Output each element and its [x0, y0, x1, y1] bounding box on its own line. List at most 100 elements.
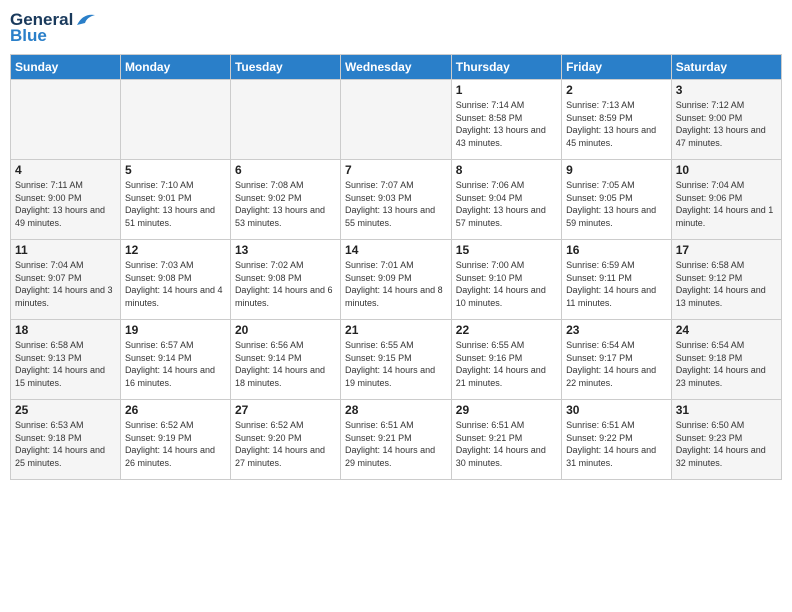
calendar-cell: 24 Sunrise: 6:54 AMSunset: 9:18 PMDayligh…: [671, 320, 781, 400]
weekday-header-row: SundayMondayTuesdayWednesdayThursdayFrid…: [11, 55, 782, 80]
calendar-cell: 18 Sunrise: 6:58 AMSunset: 9:13 PMDayligh…: [11, 320, 121, 400]
day-info: Sunrise: 7:10 AMSunset: 9:01 PMDaylight:…: [125, 179, 226, 229]
day-number: 16: [566, 243, 667, 257]
day-info: Sunrise: 6:51 AMSunset: 9:21 PMDaylight:…: [345, 419, 447, 469]
weekday-header-tuesday: Tuesday: [230, 55, 340, 80]
calendar-cell: 26Sunrise: 6:52 AMSunset: 9:19 PMDayligh…: [120, 400, 230, 480]
calendar-cell: 13 Sunrise: 7:02 AMSunset: 9:08 PMDayligh…: [230, 240, 340, 320]
day-info: Sunrise: 6:54 AMSunset: 9:18 PMDaylight:…: [676, 339, 777, 389]
day-number: 14: [345, 243, 447, 257]
day-info: Sunrise: 6:59 AMSunset: 9:11 PMDaylight:…: [566, 259, 667, 309]
day-number: 7: [345, 163, 447, 177]
calendar-cell: [11, 80, 121, 160]
day-number: 29: [456, 403, 557, 417]
day-info: Sunrise: 6:58 AMSunset: 9:12 PMDaylight:…: [676, 259, 777, 309]
calendar-cell: 11Sunrise: 7:04 AMSunset: 9:07 PMDayligh…: [11, 240, 121, 320]
day-info: Sunrise: 7:08 AMSunset: 9:02 PMDaylight:…: [235, 179, 336, 229]
calendar-cell: 20 Sunrise: 6:56 AMSunset: 9:14 PMDayligh…: [230, 320, 340, 400]
calendar-cell: 1 Sunrise: 7:14 AMSunset: 8:58 PMDaylight…: [451, 80, 561, 160]
calendar-cell: 31 Sunrise: 6:50 AMSunset: 9:23 PMDayligh…: [671, 400, 781, 480]
day-info: Sunrise: 6:54 AMSunset: 9:17 PMDaylight:…: [566, 339, 667, 389]
weekday-header-sunday: Sunday: [11, 55, 121, 80]
day-number: 18: [15, 323, 116, 337]
day-info: Sunrise: 7:06 AMSunset: 9:04 PMDaylight:…: [456, 179, 557, 229]
calendar-cell: 6 Sunrise: 7:08 AMSunset: 9:02 PMDaylight…: [230, 160, 340, 240]
day-number: 12: [125, 243, 226, 257]
day-info: Sunrise: 7:05 AMSunset: 9:05 PMDaylight:…: [566, 179, 667, 229]
logo: General Blue: [10, 10, 97, 46]
day-info: Sunrise: 6:52 AMSunset: 9:20 PMDaylight:…: [235, 419, 336, 469]
day-number: 8: [456, 163, 557, 177]
day-info: Sunrise: 6:51 AMSunset: 9:22 PMDaylight:…: [566, 419, 667, 469]
day-number: 31: [676, 403, 777, 417]
day-info: Sunrise: 7:00 AMSunset: 9:10 PMDaylight:…: [456, 259, 557, 309]
day-number: 19: [125, 323, 226, 337]
calendar-cell: 17 Sunrise: 6:58 AMSunset: 9:12 PMDayligh…: [671, 240, 781, 320]
week-row-1: 1 Sunrise: 7:14 AMSunset: 8:58 PMDaylight…: [11, 80, 782, 160]
calendar-cell: 14 Sunrise: 7:01 AMSunset: 9:09 PMDayligh…: [341, 240, 452, 320]
day-info: Sunrise: 7:03 AMSunset: 9:08 PMDaylight:…: [125, 259, 226, 309]
day-number: 30: [566, 403, 667, 417]
day-number: 9: [566, 163, 667, 177]
day-number: 28: [345, 403, 447, 417]
day-number: 10: [676, 163, 777, 177]
day-info: Sunrise: 7:01 AMSunset: 9:09 PMDaylight:…: [345, 259, 447, 309]
day-number: 5: [125, 163, 226, 177]
day-info: Sunrise: 7:11 AMSunset: 9:00 PMDaylight:…: [15, 179, 116, 229]
day-number: 1: [456, 83, 557, 97]
weekday-header-friday: Friday: [562, 55, 672, 80]
day-info: Sunrise: 6:58 AMSunset: 9:13 PMDaylight:…: [15, 339, 116, 389]
day-number: 2: [566, 83, 667, 97]
day-number: 4: [15, 163, 116, 177]
day-number: 23: [566, 323, 667, 337]
calendar-cell: 27 Sunrise: 6:52 AMSunset: 9:20 PMDayligh…: [230, 400, 340, 480]
logo-blue-text: Blue: [10, 26, 47, 46]
calendar-cell: 30 Sunrise: 6:51 AMSunset: 9:22 PMDayligh…: [562, 400, 672, 480]
day-info: Sunrise: 7:02 AMSunset: 9:08 PMDaylight:…: [235, 259, 336, 309]
day-number: 27: [235, 403, 336, 417]
day-number: 20: [235, 323, 336, 337]
day-number: 22: [456, 323, 557, 337]
calendar-cell: [341, 80, 452, 160]
week-row-5: 25Sunrise: 6:53 AMSunset: 9:18 PMDayligh…: [11, 400, 782, 480]
day-info: Sunrise: 7:13 AMSunset: 8:59 PMDaylight:…: [566, 99, 667, 149]
day-info: Sunrise: 7:04 AMSunset: 9:06 PMDaylight:…: [676, 179, 777, 229]
calendar-cell: 19 Sunrise: 6:57 AMSunset: 9:14 PMDayligh…: [120, 320, 230, 400]
weekday-header-wednesday: Wednesday: [341, 55, 452, 80]
day-info: Sunrise: 6:53 AMSunset: 9:18 PMDaylight:…: [15, 419, 116, 469]
day-info: Sunrise: 6:52 AMSunset: 9:19 PMDaylight:…: [125, 419, 226, 469]
day-info: Sunrise: 7:04 AMSunset: 9:07 PMDaylight:…: [15, 259, 116, 309]
calendar-cell: 25Sunrise: 6:53 AMSunset: 9:18 PMDayligh…: [11, 400, 121, 480]
day-info: Sunrise: 6:56 AMSunset: 9:14 PMDaylight:…: [235, 339, 336, 389]
calendar-cell: 5 Sunrise: 7:10 AMSunset: 9:01 PMDaylight…: [120, 160, 230, 240]
day-info: Sunrise: 7:12 AMSunset: 9:00 PMDaylight:…: [676, 99, 777, 149]
weekday-header-saturday: Saturday: [671, 55, 781, 80]
calendar-cell: 9 Sunrise: 7:05 AMSunset: 9:05 PMDaylight…: [562, 160, 672, 240]
day-number: 3: [676, 83, 777, 97]
weekday-header-monday: Monday: [120, 55, 230, 80]
day-number: 15: [456, 243, 557, 257]
day-info: Sunrise: 6:57 AMSunset: 9:14 PMDaylight:…: [125, 339, 226, 389]
day-number: 13: [235, 243, 336, 257]
day-number: 24: [676, 323, 777, 337]
calendar-cell: 2 Sunrise: 7:13 AMSunset: 8:59 PMDaylight…: [562, 80, 672, 160]
day-number: 21: [345, 323, 447, 337]
day-info: Sunrise: 6:55 AMSunset: 9:16 PMDaylight:…: [456, 339, 557, 389]
day-number: 6: [235, 163, 336, 177]
calendar-cell: 21 Sunrise: 6:55 AMSunset: 9:15 PMDayligh…: [341, 320, 452, 400]
logo-bird-icon: [75, 11, 97, 29]
day-info: Sunrise: 7:14 AMSunset: 8:58 PMDaylight:…: [456, 99, 557, 149]
weekday-header-thursday: Thursday: [451, 55, 561, 80]
calendar-cell: 29Sunrise: 6:51 AMSunset: 9:21 PMDayligh…: [451, 400, 561, 480]
day-info: Sunrise: 6:50 AMSunset: 9:23 PMDaylight:…: [676, 419, 777, 469]
week-row-4: 18 Sunrise: 6:58 AMSunset: 9:13 PMDayligh…: [11, 320, 782, 400]
calendar-cell: 23 Sunrise: 6:54 AMSunset: 9:17 PMDayligh…: [562, 320, 672, 400]
day-number: 17: [676, 243, 777, 257]
day-info: Sunrise: 7:07 AMSunset: 9:03 PMDaylight:…: [345, 179, 447, 229]
calendar-cell: 28 Sunrise: 6:51 AMSunset: 9:21 PMDayligh…: [341, 400, 452, 480]
calendar-cell: 15 Sunrise: 7:00 AMSunset: 9:10 PMDayligh…: [451, 240, 561, 320]
calendar-cell: [230, 80, 340, 160]
week-row-3: 11Sunrise: 7:04 AMSunset: 9:07 PMDayligh…: [11, 240, 782, 320]
day-info: Sunrise: 6:55 AMSunset: 9:15 PMDaylight:…: [345, 339, 447, 389]
calendar-cell: 12 Sunrise: 7:03 AMSunset: 9:08 PMDayligh…: [120, 240, 230, 320]
